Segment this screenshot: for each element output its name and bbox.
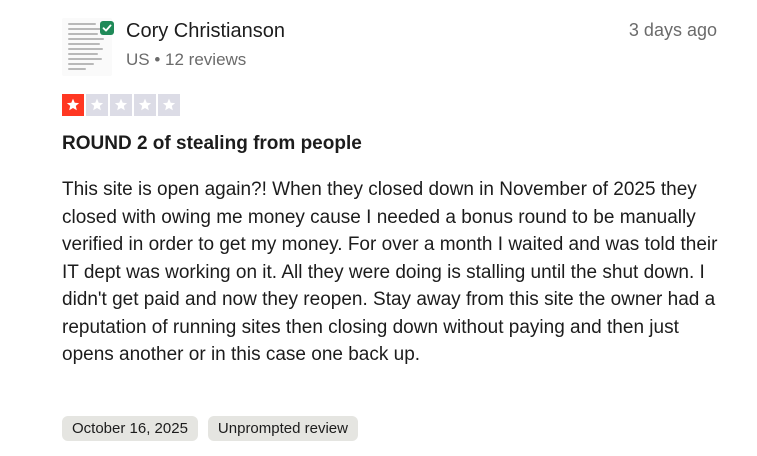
reviewer-review-count: 12 reviews (165, 50, 247, 69)
review-date: 3 days ago (628, 20, 717, 40)
star-icon (134, 94, 156, 116)
date-of-experience-chip: October 16, 2025 (62, 416, 198, 441)
review-tags: October 16, 2025 Unprompted review (62, 416, 358, 441)
star-icon (86, 94, 108, 116)
checkmark-icon (100, 21, 114, 35)
star-rating (62, 94, 180, 116)
star-icon (158, 94, 180, 116)
reviewer-name[interactable]: Cory Christianson (126, 20, 285, 43)
review-type-chip[interactable]: Unprompted review (207, 416, 358, 441)
meta-separator: • (154, 50, 161, 69)
star-icon (62, 94, 84, 116)
star-icon (110, 94, 132, 116)
review-body: This site is open again?! When they clos… (62, 179, 718, 365)
review-card: Cory Christianson US • 12 reviews 3 days… (0, 0, 757, 456)
reviewer-country: US (126, 50, 150, 69)
reviewer-meta: US • 12 reviews (126, 50, 246, 70)
review-title[interactable]: ROUND 2 of stealing from people (62, 133, 362, 155)
